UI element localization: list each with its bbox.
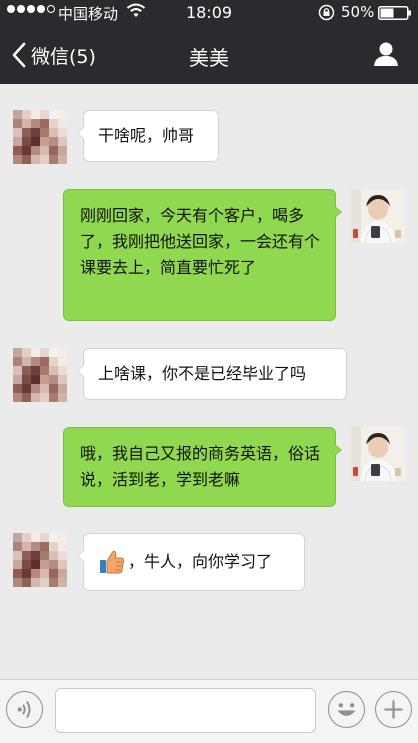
navigation-bar: 微信(5) 美美: [0, 26, 418, 84]
incoming-message-bubble[interactable]: ，牛人，向你学习了: [77, 533, 305, 591]
message-input[interactable]: [55, 688, 316, 733]
voice-icon: [17, 700, 31, 719]
emoji-button[interactable]: [328, 691, 365, 728]
message-text: 上啥课，你不是已经毕业了吗: [98, 364, 307, 383]
message-text: 哦，我自己又报的商务英语，俗话说，活到老，学到老嘛: [80, 444, 321, 489]
outgoing-message-bubble[interactable]: 哦，我自己又报的商务英语，俗话说，活到老，学到老嘛: [63, 427, 342, 507]
incoming-message-bubble[interactable]: 干啥呢，帅哥: [77, 110, 219, 162]
chat-title: 美美: [189, 46, 229, 70]
thumbs-up-icon: [100, 550, 125, 574]
emoji-icon: [337, 703, 356, 716]
plus-button[interactable]: [375, 691, 412, 728]
input-toolbar: [0, 679, 418, 743]
battery-icon: [378, 6, 411, 20]
status-bar: 中国移动 18:09 50%: [0, 0, 418, 26]
outgoing-message-bubble[interactable]: 刚刚回家，今天有个客户，喝多了，我刚把他送回家，一会还有个课要去上，简直要忙死了: [63, 189, 342, 321]
top-bar: 中国移动 18:09 50% 微信(5) 美美: [0, 0, 418, 84]
battery-percent: 50%: [341, 3, 375, 21]
message-text: 干啥呢，帅哥: [98, 126, 195, 145]
voice-button[interactable]: [6, 691, 43, 728]
message-text: 刚刚回家，今天有个客户，喝多了，我刚把他送回家，一会还有个课要去上，简直要忙死了: [80, 206, 321, 277]
my-avatar[interactable]: [351, 427, 405, 481]
plus-icon: [384, 700, 403, 719]
contact-avatar[interactable]: [13, 348, 67, 402]
message-text: ，牛人，向你学习了: [128, 552, 273, 571]
person-icon[interactable]: [373, 41, 399, 67]
rotation-lock-icon: [318, 4, 335, 21]
contact-avatar[interactable]: [13, 533, 67, 587]
incoming-message-bubble[interactable]: 上啥课，你不是已经毕业了吗: [77, 348, 347, 400]
contact-avatar[interactable]: [13, 110, 67, 164]
my-avatar[interactable]: [351, 189, 405, 243]
